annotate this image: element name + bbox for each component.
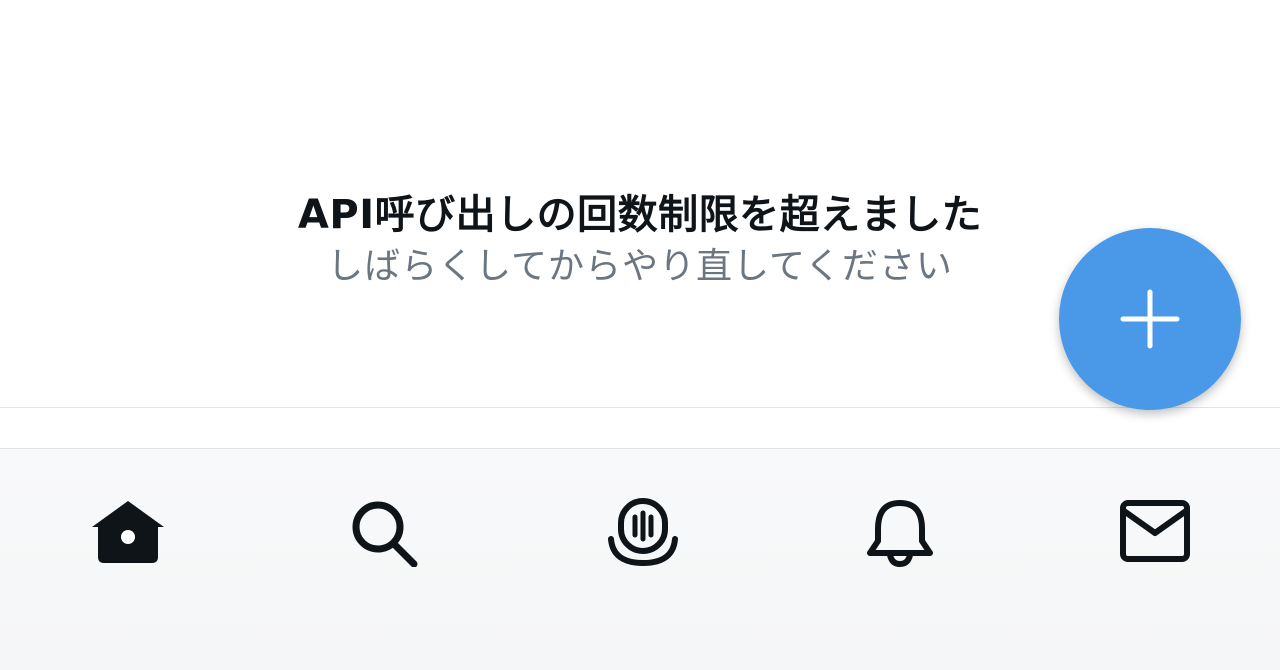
- plus-icon: [1120, 289, 1180, 349]
- tab-messages[interactable]: [1118, 497, 1194, 567]
- tab-spaces[interactable]: [605, 497, 681, 567]
- spaces-microphone-icon: [608, 498, 678, 567]
- bell-icon: [867, 500, 933, 567]
- tab-notifications[interactable]: [862, 497, 938, 567]
- bottom-tab-bar: [0, 448, 1280, 670]
- tab-search[interactable]: [350, 497, 426, 567]
- search-icon: [352, 501, 418, 567]
- timeline-item-peek[interactable]: ー 伝播工作 ゼ: [0, 408, 1280, 450]
- app-screen: API呼び出しの回数制限を超えました しばらくしてからやり直してください ー 伝…: [0, 0, 1280, 670]
- tab-home[interactable]: [90, 497, 166, 567]
- envelope-icon: [1120, 500, 1190, 562]
- home-icon: [92, 501, 164, 563]
- compose-button[interactable]: [1059, 228, 1241, 410]
- error-title: API呼び出しの回数制限を超えました: [297, 192, 983, 238]
